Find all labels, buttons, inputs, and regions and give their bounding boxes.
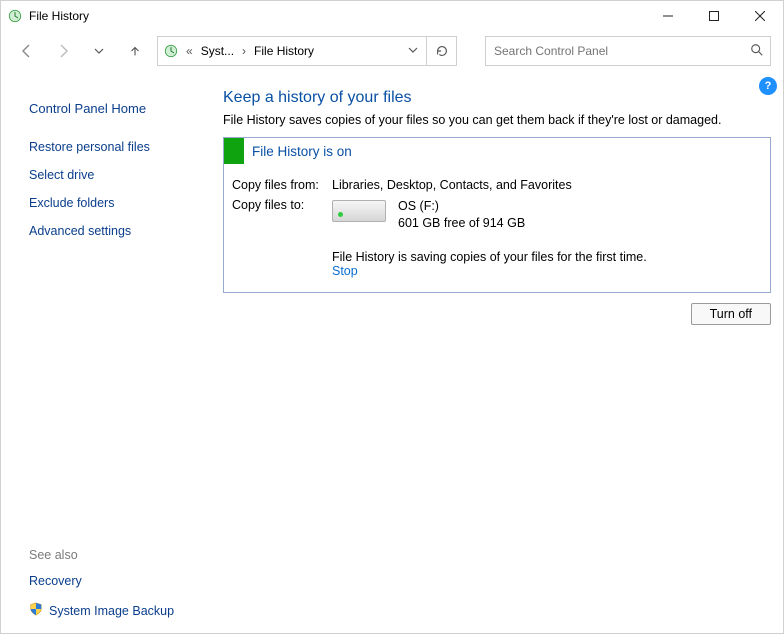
- title-bar: File History: [1, 1, 783, 31]
- maximize-button[interactable]: [691, 1, 737, 31]
- address-dropdown[interactable]: [408, 44, 422, 58]
- turn-off-button[interactable]: Turn off: [691, 303, 771, 325]
- sidebar-link-advanced[interactable]: Advanced settings: [29, 224, 211, 238]
- refresh-button[interactable]: [427, 36, 457, 66]
- page-subtitle: File History saves copies of your files …: [223, 113, 771, 127]
- forward-button[interactable]: [49, 37, 77, 65]
- shield-icon: [29, 602, 43, 619]
- search-input[interactable]: [492, 43, 750, 59]
- help-icon[interactable]: ?: [759, 77, 777, 95]
- app-icon: [7, 8, 23, 24]
- back-button[interactable]: [13, 37, 41, 65]
- control-panel-home-link[interactable]: Control Panel Home: [29, 101, 211, 116]
- copy-to-label: Copy files to:: [232, 198, 332, 232]
- page-heading: Keep a history of your files: [223, 89, 771, 107]
- sidebar: Control Panel Home Restore personal file…: [1, 71, 211, 633]
- status-panel: File History is on Copy files from: Libr…: [223, 137, 771, 293]
- sidebar-link-select-drive[interactable]: Select drive: [29, 168, 211, 182]
- recent-locations-button[interactable]: [85, 37, 113, 65]
- panel-header: File History is on: [224, 138, 770, 164]
- close-button[interactable]: [737, 1, 783, 31]
- drive-free-space: 601 GB free of 914 GB: [398, 215, 525, 232]
- sidebar-link-recovery[interactable]: Recovery: [29, 574, 174, 588]
- sidebar-link-system-image[interactable]: System Image Backup: [49, 604, 174, 618]
- panel-title: File History is on: [244, 144, 352, 159]
- sidebar-link-exclude[interactable]: Exclude folders: [29, 196, 211, 210]
- stop-link[interactable]: Stop: [332, 264, 358, 278]
- address-bar[interactable]: « Syst... › File History: [157, 36, 427, 66]
- drive-icon: [332, 200, 386, 222]
- copy-from-label: Copy files from:: [232, 178, 332, 192]
- breadcrumb-item-system[interactable]: Syst...: [199, 44, 236, 58]
- copy-from-value: Libraries, Desktop, Contacts, and Favori…: [332, 178, 572, 192]
- sidebar-link-restore[interactable]: Restore personal files: [29, 140, 211, 154]
- nav-row: « Syst... › File History: [1, 31, 783, 71]
- chevron-right-icon: ›: [240, 44, 248, 58]
- up-button[interactable]: [121, 37, 149, 65]
- status-indicator-on: [224, 138, 244, 164]
- main-content: ? Keep a history of your files File Hist…: [211, 71, 783, 633]
- drive-name: OS (F:): [398, 198, 525, 215]
- status-text: File History is saving copies of your fi…: [332, 250, 762, 264]
- search-icon[interactable]: [750, 43, 764, 60]
- location-icon: [162, 42, 180, 60]
- minimize-button[interactable]: [645, 1, 691, 31]
- window-title: File History: [29, 9, 89, 23]
- see-also-label: See also: [29, 548, 174, 562]
- breadcrumb-item-filehistory[interactable]: File History: [252, 44, 316, 58]
- search-box[interactable]: [485, 36, 771, 66]
- breadcrumb-overflow[interactable]: «: [184, 44, 195, 58]
